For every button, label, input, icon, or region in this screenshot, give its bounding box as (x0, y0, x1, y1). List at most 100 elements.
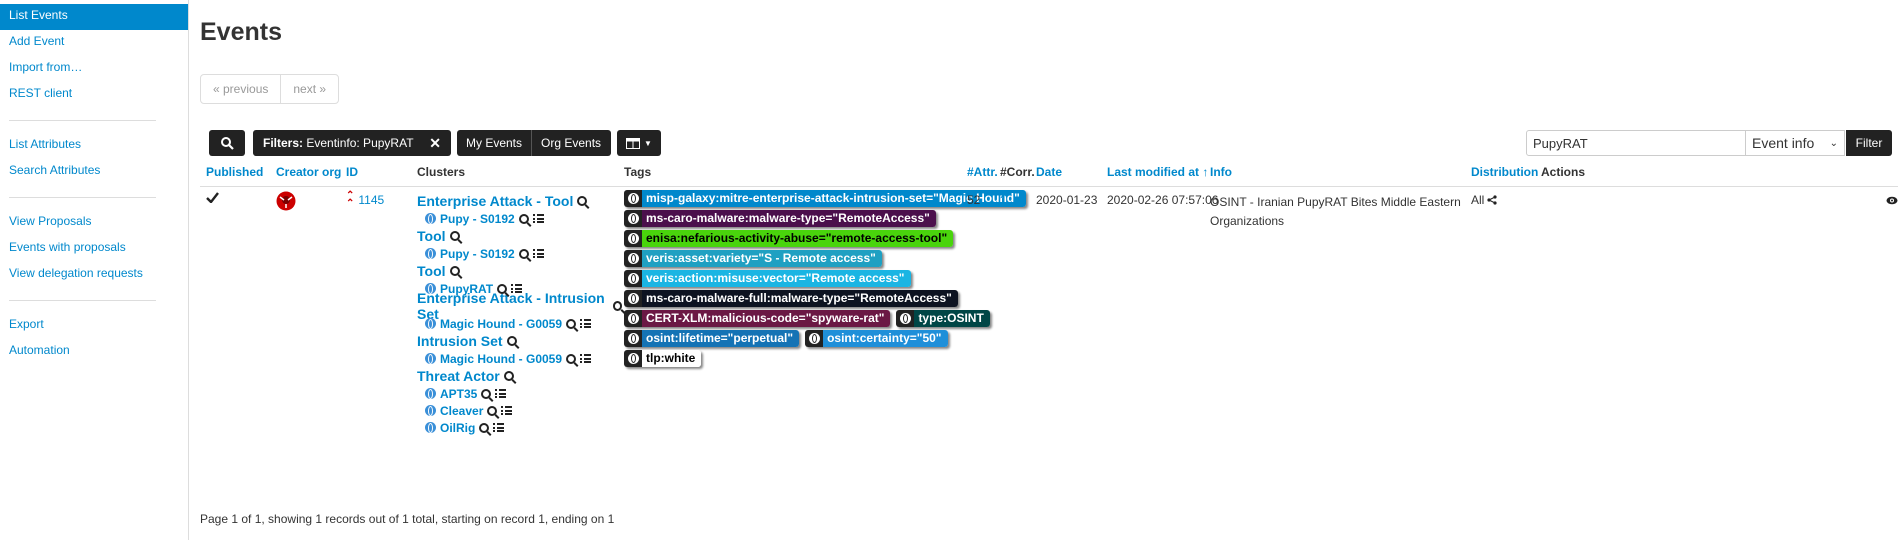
tag[interactable]: veris:asset:variety="S - Remote access" (624, 250, 882, 267)
cluster-item[interactable]: Pupy - S0192 (417, 245, 622, 262)
cluster-title[interactable]: Enterprise Attack - Intrusion Set (417, 290, 622, 322)
col-id[interactable]: ID (346, 165, 358, 179)
tag-label[interactable]: osint:lifetime="perpetual" (642, 330, 800, 347)
remove-filter-icon[interactable]: ✕ (429, 135, 441, 152)
sidebar-item-automation[interactable]: Automation (0, 339, 188, 365)
my-events-button[interactable]: My Events (457, 130, 531, 156)
cluster-item[interactable]: APT35 (417, 385, 622, 402)
tag-label[interactable]: veris:action:misuse:vector="Remote acces… (642, 270, 911, 287)
sidebar-item-rest-client[interactable]: REST client (0, 82, 188, 108)
search-icon[interactable] (506, 336, 517, 346)
tag-label[interactable]: enisa:nefarious-activity-abuse="remote-a… (642, 230, 954, 247)
cluster-title[interactable]: Enterprise Attack - Tool (417, 192, 622, 210)
search-icon[interactable] (518, 213, 529, 224)
search-icon[interactable] (449, 231, 460, 241)
tag-label[interactable]: type:OSINT (914, 310, 990, 327)
search-icon[interactable] (487, 405, 498, 416)
cluster-item-label[interactable]: Magic Hound - G0059 (440, 317, 562, 331)
sidebar-item-view-proposals[interactable]: View Proposals (0, 210, 188, 236)
search-input[interactable] (1526, 130, 1746, 156)
col-last-modified[interactable]: Last modified at ↑ (1107, 165, 1208, 179)
tag[interactable]: osint:certainty="50" (805, 330, 948, 347)
cluster-item-label[interactable]: Cleaver (440, 404, 483, 418)
tag[interactable]: CERT-XLM:malicious-code="spyware-rat" (624, 310, 891, 327)
tag[interactable]: tlp:white (624, 350, 702, 367)
cluster-item-label[interactable]: Pupy - S0192 (440, 247, 515, 261)
tag-label[interactable]: veris:asset:variety="S - Remote access" (642, 250, 882, 267)
org-events-button[interactable]: Org Events (531, 130, 610, 156)
search-field-select[interactable]: Event info ⌄ (1746, 130, 1845, 156)
tag-label[interactable]: osint:certainty="50" (823, 330, 948, 347)
tag[interactable]: type:OSINT (896, 310, 990, 327)
search-icon[interactable] (566, 318, 577, 329)
list-icon[interactable] (580, 354, 592, 363)
cluster-item[interactable]: Cleaver (417, 402, 622, 419)
tag-label[interactable]: CERT-XLM:malicious-code="spyware-rat" (642, 310, 891, 327)
cluster-title[interactable]: Tool (417, 227, 622, 245)
view-event-button[interactable] (1886, 194, 1898, 208)
cluster-item-label[interactable]: APT35 (440, 387, 477, 401)
cluster-title[interactable]: Threat Actor (417, 367, 622, 385)
cluster-item[interactable]: OilRig (417, 419, 622, 436)
previous-page-button[interactable]: « previous (201, 75, 280, 103)
event-id-link[interactable]: 1145 (358, 193, 384, 207)
search-icon[interactable] (481, 388, 492, 399)
tag-label[interactable]: ms-caro-malware:malware-type="RemoteAcce… (642, 210, 936, 227)
cluster-title-label[interactable]: Intrusion Set (417, 333, 503, 349)
col-attr-count[interactable]: #Attr. (967, 165, 998, 179)
creator-org-logo[interactable] (276, 191, 296, 214)
correlation-count[interactable]: 1 (1000, 193, 1007, 207)
list-icon[interactable] (580, 319, 592, 328)
search-icon[interactable] (577, 196, 588, 206)
list-icon[interactable] (493, 423, 505, 432)
next-page-button[interactable]: next » (280, 75, 338, 103)
search-icon[interactable] (449, 266, 460, 276)
list-icon[interactable] (495, 389, 507, 398)
col-distribution[interactable]: Distribution (1471, 165, 1538, 179)
col-date[interactable]: Date (1036, 165, 1062, 179)
toggle-search-button[interactable] (209, 130, 245, 156)
search-icon[interactable] (518, 248, 529, 259)
cluster-item-label[interactable]: OilRig (440, 421, 475, 435)
tag[interactable]: ms-caro-malware-full:malware-type="Remot… (624, 290, 958, 307)
col-published[interactable]: Published (206, 165, 263, 179)
cluster-title-label[interactable]: Enterprise Attack - Tool (417, 193, 573, 209)
sidebar-item-import-from[interactable]: Import from… (0, 56, 188, 82)
sidebar-item-list-attributes[interactable]: List Attributes (0, 133, 188, 159)
tag-label[interactable]: tlp:white (642, 350, 702, 367)
list-icon[interactable] (532, 249, 544, 258)
columns-toggle-button[interactable]: ▼ (617, 130, 661, 156)
sidebar-item-list-events[interactable]: List Events (0, 4, 188, 30)
cluster-title[interactable]: Intrusion Set (417, 332, 622, 350)
search-icon[interactable] (503, 371, 514, 381)
tag[interactable]: misp-galaxy:mitre-enterprise-attack-intr… (624, 190, 1026, 207)
sidebar-item-export[interactable]: Export (0, 313, 188, 339)
tag[interactable]: ms-caro-malware:malware-type="RemoteAcce… (624, 210, 936, 227)
search-icon[interactable] (479, 422, 490, 433)
cluster-item-label[interactable]: Pupy - S0192 (440, 212, 515, 226)
cluster-item[interactable]: Pupy - S0192 (417, 210, 622, 227)
search-icon[interactable] (566, 353, 577, 364)
active-filter-chip[interactable]: Filters: Eventinfo: PupyRAT ✕ (253, 130, 451, 156)
list-icon[interactable] (501, 406, 513, 415)
tag[interactable]: osint:lifetime="perpetual" (624, 330, 800, 347)
sidebar-item-events-with-proposals[interactable]: Events with proposals (0, 236, 188, 262)
event-id[interactable]: ⌃ ⌃ 1145 (346, 191, 384, 209)
sidebar-item-search-attributes[interactable]: Search Attributes (0, 159, 188, 185)
cluster-title-label[interactable]: Threat Actor (417, 368, 500, 384)
cluster-item[interactable]: Magic Hound - G0059 (417, 350, 622, 367)
search-icon[interactable] (497, 283, 508, 294)
tag-label[interactable]: ms-caro-malware-full:malware-type="Remot… (642, 290, 958, 307)
col-creator-org[interactable]: Creator org (276, 165, 341, 179)
cluster-item-label[interactable]: Magic Hound - G0059 (440, 352, 562, 366)
sidebar-item-add-event[interactable]: Add Event (0, 30, 188, 56)
tag[interactable]: enisa:nefarious-activity-abuse="remote-a… (624, 230, 954, 247)
filter-button[interactable]: Filter (1846, 130, 1892, 156)
cluster-title-label[interactable]: Tool (417, 263, 446, 279)
col-info[interactable]: Info (1210, 165, 1232, 179)
cluster-title[interactable]: Tool (417, 262, 622, 280)
search-icon[interactable] (612, 301, 622, 311)
cluster-title-label[interactable]: Tool (417, 228, 446, 244)
list-icon[interactable] (532, 214, 544, 223)
sidebar-item-view-delegation-requests[interactable]: View delegation requests (0, 262, 188, 288)
